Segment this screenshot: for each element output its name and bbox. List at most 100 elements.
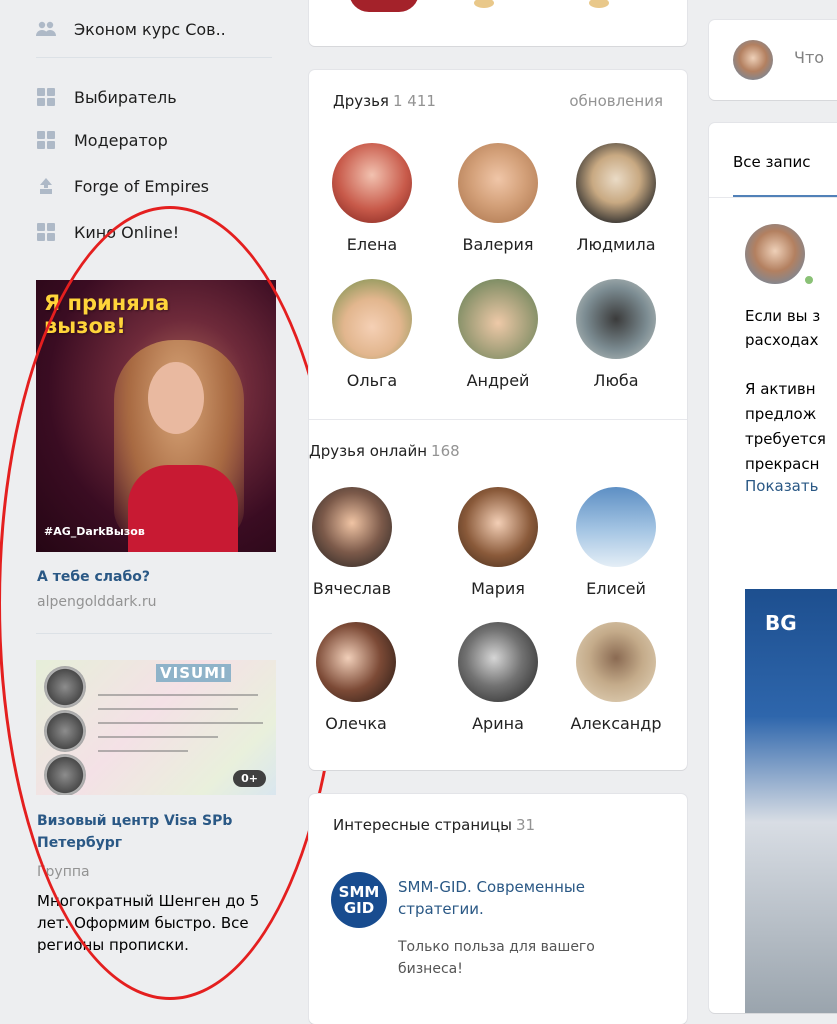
- sidebar-item-vybiratel[interactable]: Выбиратель: [36, 82, 177, 112]
- interesting-pages-card: Интересные страницы 31 SMM GID SMM-GID. С…: [309, 794, 687, 1024]
- avatar: [458, 487, 538, 567]
- ad-woman-dress: [128, 465, 238, 552]
- avatar: [312, 487, 392, 567]
- compose-post-input[interactable]: Что: [794, 48, 824, 67]
- friend-item[interactable]: Елисей: [561, 487, 671, 598]
- avatar: [458, 279, 538, 359]
- sidebar-item-label: Кино Online!: [74, 222, 180, 242]
- smm-gid-logo[interactable]: SMM GID: [331, 872, 387, 928]
- compose-post-card[interactable]: Что: [709, 20, 837, 100]
- friend-item[interactable]: Елена: [317, 143, 427, 254]
- left-sidebar: Эконом курс Сов.. Выбиратель Модератор F…: [0, 0, 300, 999]
- avatar: [576, 279, 656, 359]
- pages-heading[interactable]: Интересные страницы 31: [333, 816, 535, 834]
- friends-card: Друзья 1 411 обновления Елена Валерия Люд…: [309, 70, 687, 770]
- friend-item[interactable]: Люба: [561, 279, 671, 390]
- avatar: [458, 622, 538, 702]
- post-text-line: прекрасн: [745, 455, 820, 473]
- ad-description: Многократный Шенген до 5 лет. Оформим бы…: [37, 892, 260, 954]
- ad-title-link[interactable]: А тебе слабо?: [37, 566, 150, 588]
- avatar: [576, 622, 656, 702]
- sidebar-item-label: Выбиратель: [74, 87, 177, 107]
- show-more-link[interactable]: Показать: [745, 477, 818, 495]
- forge-icon: [36, 176, 56, 196]
- friends-online-title: Друзья онлайн: [309, 442, 428, 460]
- partial-image: [474, 0, 494, 8]
- friends-online-heading[interactable]: Друзья онлайн 168: [309, 442, 460, 460]
- sidebar-item-forge-of-empires[interactable]: Forge of Empires: [36, 171, 209, 201]
- friends-count: 1 411: [392, 92, 436, 110]
- friend-name: Ольга: [346, 371, 398, 390]
- partial-image: [349, 0, 419, 12]
- visa-text-line: [98, 722, 263, 724]
- friend-name: Людмила: [576, 235, 656, 254]
- visa-text-line: [98, 736, 218, 738]
- post-text-line: предлож: [745, 405, 817, 423]
- sidebar-item-econom-course[interactable]: Эконом курс Сов..: [36, 14, 226, 44]
- friends-title: Друзья: [333, 92, 389, 110]
- friend-name: Мария: [471, 579, 525, 598]
- friend-item[interactable]: Людмила: [561, 143, 671, 254]
- avatar: [576, 143, 656, 223]
- friends-heading[interactable]: Друзья 1 411: [333, 92, 436, 110]
- ad-image-visa[interactable]: VISUMI 0+: [36, 660, 276, 795]
- app-grid-icon: [36, 130, 56, 150]
- partial-image: [589, 0, 609, 8]
- visa-header: VISUMI: [156, 664, 231, 682]
- ad-image-hashtag: #AG_DarkВызов: [44, 525, 145, 538]
- post-text-line: Я активн: [745, 380, 816, 398]
- section-divider: [309, 419, 687, 420]
- logo-text: GID: [343, 899, 375, 917]
- ad-divider: [36, 633, 272, 634]
- post-text-line: Если вы з: [745, 307, 821, 325]
- avatar[interactable]: [745, 224, 805, 284]
- friend-item[interactable]: Валерия: [443, 143, 553, 254]
- feed-card: Все запис Если вы з расходах Я активн пр…: [709, 123, 837, 1013]
- ad-woman-face: [148, 362, 204, 434]
- image-logo-text: BG: [765, 611, 797, 635]
- stamp-icon: [44, 666, 86, 708]
- pages-count: 31: [515, 816, 536, 834]
- friend-item[interactable]: Арина: [443, 622, 553, 733]
- friend-name: Елисей: [586, 579, 646, 598]
- friends-online-count: 168: [431, 442, 460, 460]
- friend-item[interactable]: Ольга: [317, 279, 427, 390]
- friend-name: Вячеслав: [312, 579, 392, 598]
- sidebar-item-label: Эконом курс Сов..: [74, 19, 226, 39]
- top-card-partial: [309, 0, 687, 46]
- friend-name: Андрей: [466, 371, 530, 390]
- visa-text-line: [98, 694, 258, 696]
- friend-item[interactable]: Мария: [443, 487, 553, 598]
- avatar: [733, 40, 773, 80]
- sidebar-item-label: Модератор: [74, 130, 168, 150]
- avatar: [316, 622, 396, 702]
- avatar: [332, 143, 412, 223]
- sidebar-item-kino-online[interactable]: Кино Online!: [36, 217, 179, 247]
- stamp-icon: [44, 754, 86, 795]
- ad-image-challenge[interactable]: Я приняла вызов! #AG_DarkВызов: [36, 280, 276, 552]
- pages-title: Интересные страницы: [333, 816, 512, 834]
- friend-item[interactable]: Андрей: [443, 279, 553, 390]
- friends-updates-link[interactable]: обновления: [569, 92, 663, 110]
- friend-name: Елена: [346, 235, 398, 254]
- post-image[interactable]: BG: [745, 589, 837, 1013]
- ad-domain: alpengolddark.ru: [37, 594, 157, 610]
- people-icon: [36, 19, 56, 39]
- friend-item[interactable]: Олечка: [301, 622, 411, 733]
- friend-name: Арина: [472, 714, 524, 733]
- post-text-line: расходах: [745, 331, 819, 349]
- friend-name: Люба: [593, 371, 639, 390]
- sidebar-divider: [36, 57, 272, 58]
- age-rating-badge: 0+: [233, 770, 266, 787]
- friend-item[interactable]: Вячеслав: [297, 487, 407, 598]
- visa-text-line: [98, 708, 238, 710]
- online-indicator: [802, 273, 816, 287]
- ad-title-link[interactable]: Визовый центр Visa SPb Петербург: [37, 810, 277, 854]
- visa-text-line: [98, 750, 188, 752]
- tab-all-posts[interactable]: Все запис: [733, 153, 811, 171]
- friend-name: Олечка: [325, 714, 387, 733]
- sidebar-item-moderator[interactable]: Модератор: [36, 125, 168, 155]
- friend-name: Александр: [570, 714, 662, 733]
- page-title-link[interactable]: SMM-GID. Современные стратегии.: [398, 876, 668, 920]
- friend-item[interactable]: Александр: [561, 622, 671, 733]
